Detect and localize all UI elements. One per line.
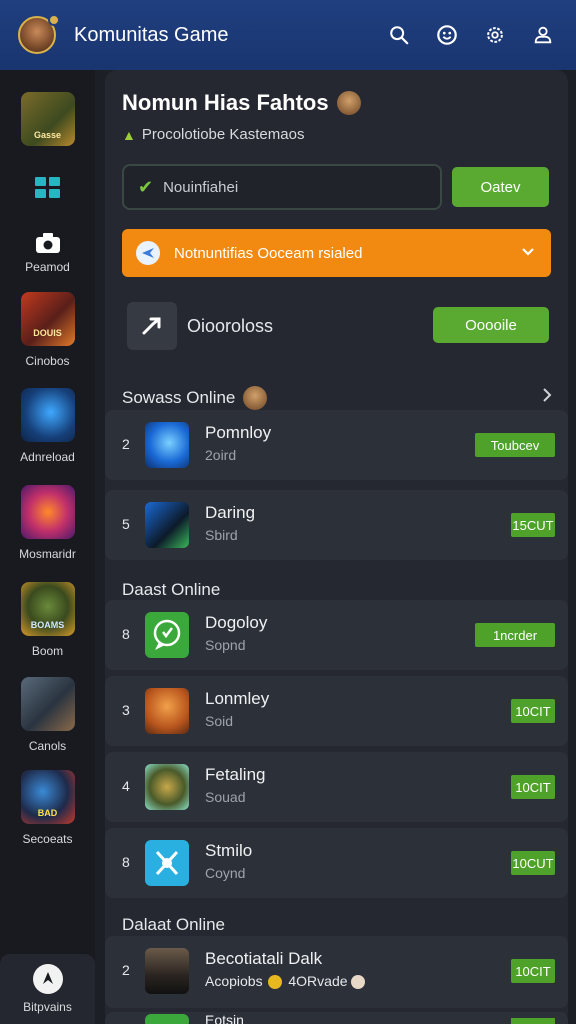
row-action-button[interactable]: 10CIT [511, 775, 555, 799]
sidebar-item-1[interactable]: Gasse [0, 92, 95, 146]
sidebar-bottom-label: Bitpvains [23, 1000, 72, 1014]
chevron-down-icon[interactable] [519, 243, 537, 261]
grid-icon [34, 177, 60, 198]
page-title: Nomun Hias Fahtos [122, 90, 361, 116]
sidebar-item-label: Mosmaridr [19, 547, 76, 561]
game-thumb [20, 388, 75, 442]
search-button[interactable]: Oatev [452, 167, 549, 207]
search-input[interactable] [163, 178, 424, 196]
list-item[interactable]: 2 Pomnloy 2oird Toubcev [105, 410, 568, 480]
sidebar-item-mosmaridr[interactable]: Mosmaridr [0, 485, 95, 561]
sidebar: Gasse Peamod DOUIS Cinobos Adnreload Mos… [0, 70, 95, 1024]
sidebar-item-label: Cinobos [25, 354, 70, 368]
game-thumb: Gasse [20, 92, 75, 146]
main-panel: Nomun Hias Fahtos ▲ Procolotiobe Kastema… [105, 70, 568, 1024]
notification-dot [48, 14, 60, 26]
section-title: Daast Online [122, 580, 221, 599]
game-thumb [145, 1014, 189, 1024]
game-thumb [145, 422, 189, 468]
sidebar-item-label: Canols [28, 739, 67, 753]
wrench-icon[interactable] [127, 302, 177, 350]
chat-bubble-icon [145, 612, 189, 658]
sidebar-item-adnreload[interactable]: Adnreload [0, 388, 95, 464]
triangle-icon: ▲ [122, 126, 136, 143]
game-thumb [20, 485, 75, 539]
sidebar-item-grid[interactable] [0, 176, 95, 200]
check-icon: ✔ [138, 176, 154, 197]
search-icon[interactable] [384, 20, 414, 50]
camera-icon [35, 233, 60, 253]
list-item[interactable]: 5 Daring Sbird 15CUT [105, 490, 568, 560]
search-field[interactable]: ✔ [122, 164, 442, 210]
list-item[interactable]: 8 Stmilo Coynd 10CUT [105, 828, 568, 898]
game-thumb [145, 502, 189, 548]
section-emblem-icon [243, 386, 268, 410]
row-action-button[interactable] [511, 1018, 555, 1024]
coin-icon [268, 975, 283, 990]
tool-action-button[interactable]: Ooooile [433, 307, 549, 343]
plane-icon [136, 241, 160, 265]
game-thumb [145, 840, 189, 886]
user-avatar[interactable] [18, 14, 60, 54]
row-action-button[interactable]: 10CIT [511, 699, 555, 723]
emoji-icon[interactable] [432, 20, 462, 50]
sidebar-item-cinobos[interactable]: DOUIS Cinobos [0, 292, 95, 368]
tool-label: Oiooroloss [187, 315, 274, 336]
game-thumb: BOAMS [20, 582, 75, 636]
row-action-button[interactable]: 15CUT [511, 513, 555, 537]
game-thumb [145, 688, 189, 734]
game-thumb [145, 948, 189, 994]
smiley-icon [351, 975, 366, 990]
sidebar-bottom-button[interactable]: Bitpvains [0, 954, 95, 1024]
row-action-button[interactable]: 10CIT [511, 959, 555, 983]
chevron-right-icon[interactable] [540, 386, 554, 404]
notification-banner[interactable]: Notnuntifias Ooceam rsialed [122, 229, 551, 277]
section-title: Sowass Online [122, 386, 268, 410]
sidebar-item-boom[interactable]: BOAMS Boom [0, 582, 95, 658]
list-item[interactable]: 2 Becotiatali Dalk Acopiobs 4ORvade 10CI… [105, 936, 568, 1008]
list-item[interactable]: 8 Dogoloy Sopnd 1ncrder [105, 600, 568, 670]
tool-row: Oiooroloss [127, 302, 273, 350]
sidebar-item-label: Peamod [25, 260, 70, 274]
settings-gear-icon[interactable] [480, 20, 510, 50]
list-item[interactable]: 3 Lonmley Soid 10CIT [105, 676, 568, 746]
sidebar-item-label: Adnreload [20, 450, 75, 464]
list-item[interactable]: 4 Fetaling Souad 10CIT [105, 752, 568, 822]
section-title: Dalaat Online [122, 915, 226, 934]
game-thumb: BAD [20, 770, 75, 824]
sidebar-item-label: Secoeats [22, 832, 73, 846]
profile-icon[interactable] [528, 20, 558, 50]
list-item[interactable]: Eotsin [105, 1012, 568, 1024]
row-action-button[interactable]: 1ncrder [475, 623, 555, 647]
page-subtitle: ▲ Procolotiobe Kastemaos [122, 126, 305, 143]
row-action-button[interactable]: Toubcev [475, 433, 555, 457]
sidebar-item-peamod[interactable]: Peamod [0, 232, 95, 274]
avatar-badge-icon [336, 91, 361, 115]
sidebar-item-canols[interactable]: Canols [0, 677, 95, 753]
row-action-button[interactable]: 10CUT [511, 851, 555, 875]
top-bar: Komunitas Game [0, 0, 576, 70]
app-title: Komunitas Game [74, 23, 229, 46]
sidebar-item-secoeats[interactable]: BAD Secoeats [0, 770, 95, 846]
game-thumb: DOUIS [20, 292, 75, 346]
game-thumb [145, 764, 189, 810]
game-thumb [20, 677, 75, 731]
compass-icon [32, 964, 63, 994]
sidebar-item-label: Boom [31, 644, 64, 658]
